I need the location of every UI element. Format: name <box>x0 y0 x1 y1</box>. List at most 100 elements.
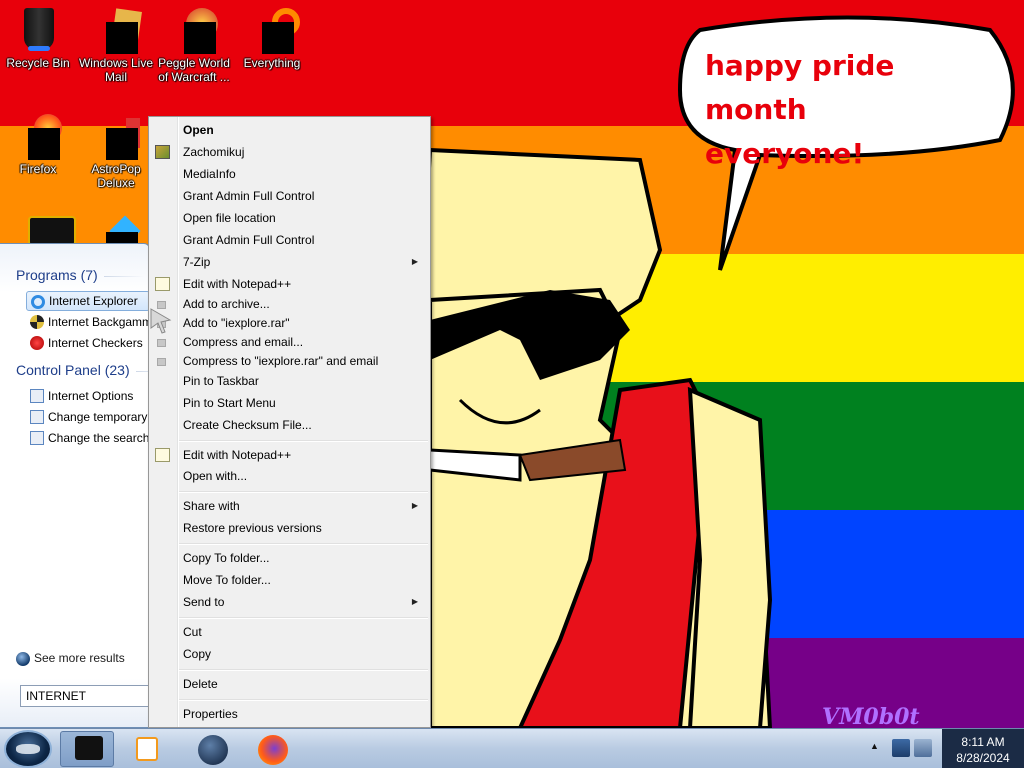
desktop-icon-recycle-bin[interactable]: Recycle Bin <box>0 6 76 70</box>
taskbar-button-media-center[interactable] <box>120 731 174 767</box>
desktop-icon-peggle[interactable]: Peggle World of Warcraft ... <box>156 6 232 84</box>
menu-item-pin-taskbar[interactable]: Pin to Taskbar <box>151 370 428 392</box>
menu-item-label: Pin to Start Menu <box>183 396 276 410</box>
menu-separator <box>179 617 428 619</box>
search-result-label: Internet Checkers <box>48 336 143 350</box>
search-result-internet-backgammon[interactable]: Internet Backgammon <box>26 312 150 332</box>
desktop-icon-firefox[interactable]: Firefox <box>0 112 76 176</box>
menu-item-share-with[interactable]: Share with ▶ <box>151 495 428 517</box>
menu-item-label: Compress to "iexplore.rar" and email <box>183 354 379 368</box>
submenu-arrow-icon: ▶ <box>411 597 418 606</box>
menu-item-label: Properties <box>183 707 238 721</box>
menu-item-cut[interactable]: Cut <box>151 621 428 643</box>
internet-explorer-icon <box>31 295 45 309</box>
see-more-results-link[interactable]: See more results <box>16 651 125 666</box>
firefox-icon <box>258 735 288 765</box>
menu-item-copy[interactable]: Copy <box>151 643 428 665</box>
windows-live-mail-icon <box>92 6 142 54</box>
clock-date: 8/28/2024 <box>956 751 1010 765</box>
taskbar-button-browser[interactable] <box>186 731 240 767</box>
context-menu: Open Zachomikuj MediaInfo Grant Admin Fu… <box>148 116 431 728</box>
menu-item-label: Send to <box>183 595 225 609</box>
start-search-input[interactable]: INTERNET <box>20 685 150 707</box>
menu-item-7zip[interactable]: 7-Zip ▶ <box>151 251 428 273</box>
start-button[interactable] <box>4 730 52 768</box>
menu-item-delete[interactable]: Delete <box>151 673 428 695</box>
menu-item-send-to[interactable]: Send to ▶ <box>151 591 428 613</box>
network-icon[interactable] <box>892 739 910 757</box>
firefox-icon <box>14 112 62 160</box>
menu-item-pin-start-menu[interactable]: Pin to Start Menu <box>151 392 428 414</box>
media-player-icon <box>75 736 103 760</box>
browser-globe-icon <box>198 735 228 765</box>
menu-item-label: Share with <box>183 499 240 513</box>
menu-item-mediainfo[interactable]: MediaInfo <box>151 163 428 185</box>
menu-item-restore-previous[interactable]: Restore previous versions <box>151 517 428 539</box>
menu-item-label: Add to "iexplore.rar" <box>183 316 290 330</box>
taskbar: ▲ 8:11 AM 8/28/2024 <box>0 728 1024 768</box>
menu-item-create-checksum[interactable]: Create Checksum File... <box>151 414 428 436</box>
menu-item-label: Add to archive... <box>183 297 270 311</box>
speech-line-2: everyone! <box>705 137 865 170</box>
taskbar-clock[interactable]: 8:11 AM 8/28/2024 <box>942 729 1024 768</box>
menu-item-label: Compress and email... <box>183 335 304 349</box>
internet-options-icon <box>30 431 44 445</box>
control-panel-heading: Control Panel (23) <box>16 362 176 378</box>
menu-item-label: Open with... <box>183 469 248 483</box>
menu-item-grant-admin-1[interactable]: Grant Admin Full Control <box>151 185 428 207</box>
menu-item-label: 7-Zip <box>183 255 211 269</box>
menu-separator <box>179 669 428 671</box>
speech-line-1: happy pride month <box>705 49 895 126</box>
menu-separator <box>179 543 428 545</box>
menu-item-properties[interactable]: Properties <box>151 703 428 725</box>
speech-bubble-text: happy pride month everyone! <box>705 44 995 176</box>
search-result-label: Internet Explorer <box>49 294 138 308</box>
menu-item-label: Edit with Notepad++ <box>183 277 292 291</box>
desktop-icon-astropop[interactable]: AstroPop Deluxe <box>78 112 154 190</box>
zachomikuj-icon <box>155 145 170 159</box>
menu-item-label: Cut <box>183 625 202 639</box>
search-result-internet-explorer[interactable]: Internet Explorer <box>26 291 150 311</box>
menu-item-label: Copy To folder... <box>183 551 270 565</box>
desktop-icon-label: Recycle Bin <box>6 56 70 70</box>
menu-item-label: Move To folder... <box>183 573 271 587</box>
menu-item-edit-notepad-1[interactable]: Edit with Notepad++ <box>151 273 428 295</box>
search-result-internet-checkers[interactable]: Internet Checkers <box>26 333 150 353</box>
menu-item-open-with[interactable]: Open with... <box>151 465 428 487</box>
search-globe-icon <box>16 652 30 666</box>
clock-time: 8:11 AM <box>961 735 1005 749</box>
menu-separator <box>179 440 428 442</box>
search-result-label: Internet Backgammon <box>48 315 150 329</box>
menu-item-move-to-folder[interactable]: Move To folder... <box>151 569 428 591</box>
submenu-arrow-icon: ▶ <box>411 501 418 510</box>
search-result-change-temporary[interactable]: Change temporary Internet file settings <box>26 407 150 427</box>
see-more-label: See more results <box>34 651 125 665</box>
search-result-internet-options[interactable]: Internet Options <box>26 386 150 406</box>
menu-item-compress-rar-email[interactable]: Compress to "iexplore.rar" and email <box>151 350 428 372</box>
show-hidden-icons-icon[interactable]: ▲ <box>870 741 879 751</box>
menu-item-zachomikuj[interactable]: Zachomikuj <box>151 141 428 163</box>
menu-item-label: Open file location <box>183 211 276 225</box>
menu-item-open-file-location[interactable]: Open file location <box>151 207 428 229</box>
menu-item-copy-to-folder[interactable]: Copy To folder... <box>151 547 428 569</box>
taskbar-button-firefox[interactable] <box>246 731 300 767</box>
menu-separator <box>179 491 428 493</box>
speaker-icon[interactable] <box>914 739 932 757</box>
desktop-icon-label: AstroPop Deluxe <box>91 162 141 190</box>
notepad-plus-icon <box>155 448 170 462</box>
desktop-icon-windows-live-mail[interactable]: Windows Live Mail <box>78 6 154 84</box>
start-menu: Programs (7) Internet Explorer Internet … <box>0 243 176 728</box>
submenu-arrow-icon: ▶ <box>411 257 418 266</box>
menu-separator <box>179 699 428 701</box>
menu-item-grant-admin-2[interactable]: Grant Admin Full Control <box>151 229 428 251</box>
menu-item-open[interactable]: Open <box>151 119 428 141</box>
menu-item-label: Open <box>183 123 214 137</box>
menu-item-label: Delete <box>183 677 218 691</box>
system-tray: ▲ 8:11 AM 8/28/2024 <box>864 729 1024 768</box>
taskbar-button-media-player[interactable] <box>60 731 114 767</box>
menu-item-edit-notepad-2[interactable]: Edit with Notepad++ <box>151 444 428 466</box>
desktop-icon-everything[interactable]: Everything <box>234 6 310 70</box>
menu-item-label: Grant Admin Full Control <box>183 233 315 247</box>
search-result-label: Internet Options <box>48 389 134 403</box>
search-result-change-search[interactable]: Change the search provider in Internet E… <box>26 428 150 448</box>
